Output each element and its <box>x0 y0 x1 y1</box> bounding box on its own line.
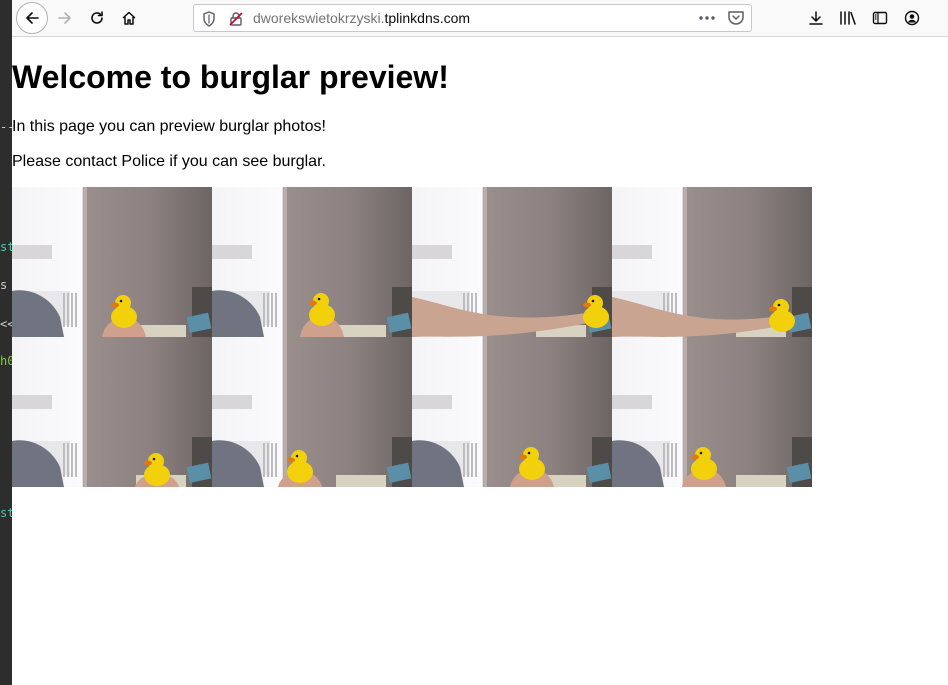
burglar-photo <box>412 337 612 487</box>
url-subdomain: dworekswietokrzyski. <box>253 10 385 26</box>
arrow-right-icon <box>58 12 71 24</box>
webcam-snapshot-image <box>612 337 812 487</box>
back-button[interactable] <box>16 2 48 34</box>
terminal-fragment: << <box>0 317 12 331</box>
webcam-snapshot-image <box>212 337 412 487</box>
police-notice-text: Please contact Police if you can see bur… <box>12 153 326 170</box>
terminal-fragment: -- <box>0 120 12 134</box>
arrow-left-icon <box>26 12 39 24</box>
burglar-photo <box>412 187 612 337</box>
terminal-fragment: h0 <box>0 354 12 368</box>
terminal-fragment: s <box>0 278 8 292</box>
page-title: Welcome to burglar preview! <box>12 59 449 95</box>
downloads-icon[interactable] <box>806 8 826 28</box>
background-terminal-strip: -- st s << h0 st <box>0 0 12 685</box>
webcam-snapshot-image <box>12 187 212 337</box>
burglar-photo <box>12 337 212 487</box>
account-icon[interactable] <box>902 8 922 28</box>
intro-text: In this page you can preview burglar pho… <box>12 118 326 135</box>
webcam-snapshot-image <box>212 187 412 337</box>
terminal-fragment: st <box>0 240 12 254</box>
reload-icon <box>91 11 103 24</box>
pocket-icon[interactable] <box>727 10 745 31</box>
burglar-photo <box>612 187 812 337</box>
burglar-photo <box>12 187 212 337</box>
webcam-snapshot-image <box>612 187 812 337</box>
forward-button[interactable] <box>50 3 80 33</box>
terminal-fragment: st <box>0 506 12 520</box>
burglar-photo <box>212 187 412 337</box>
browser-toolbar: dworekswietokrzyski.tplinkdns.com <box>12 0 948 37</box>
insecure-lock-icon[interactable] <box>228 11 244 32</box>
burglar-photo <box>212 337 412 487</box>
burglar-photo <box>612 337 812 487</box>
webcam-snapshot-image <box>12 337 212 487</box>
sidebar-icon[interactable] <box>870 8 890 28</box>
home-icon <box>122 11 136 25</box>
tracking-protection-icon[interactable] <box>202 11 216 32</box>
webcam-snapshot-image <box>412 337 612 487</box>
url-domain: tplinkdns.com <box>384 10 471 26</box>
url-text[interactable]: dworekswietokrzyski.tplinkdns.com <box>253 10 470 26</box>
url-bar[interactable]: dworekswietokrzyski.tplinkdns.com <box>193 4 752 32</box>
home-button[interactable] <box>114 3 144 33</box>
webcam-snapshot-image <box>412 187 612 337</box>
burglar-photo-grid <box>12 187 812 487</box>
library-icon[interactable] <box>838 8 858 28</box>
page-actions-menu-icon[interactable] <box>697 9 717 32</box>
reload-button[interactable] <box>82 3 112 33</box>
